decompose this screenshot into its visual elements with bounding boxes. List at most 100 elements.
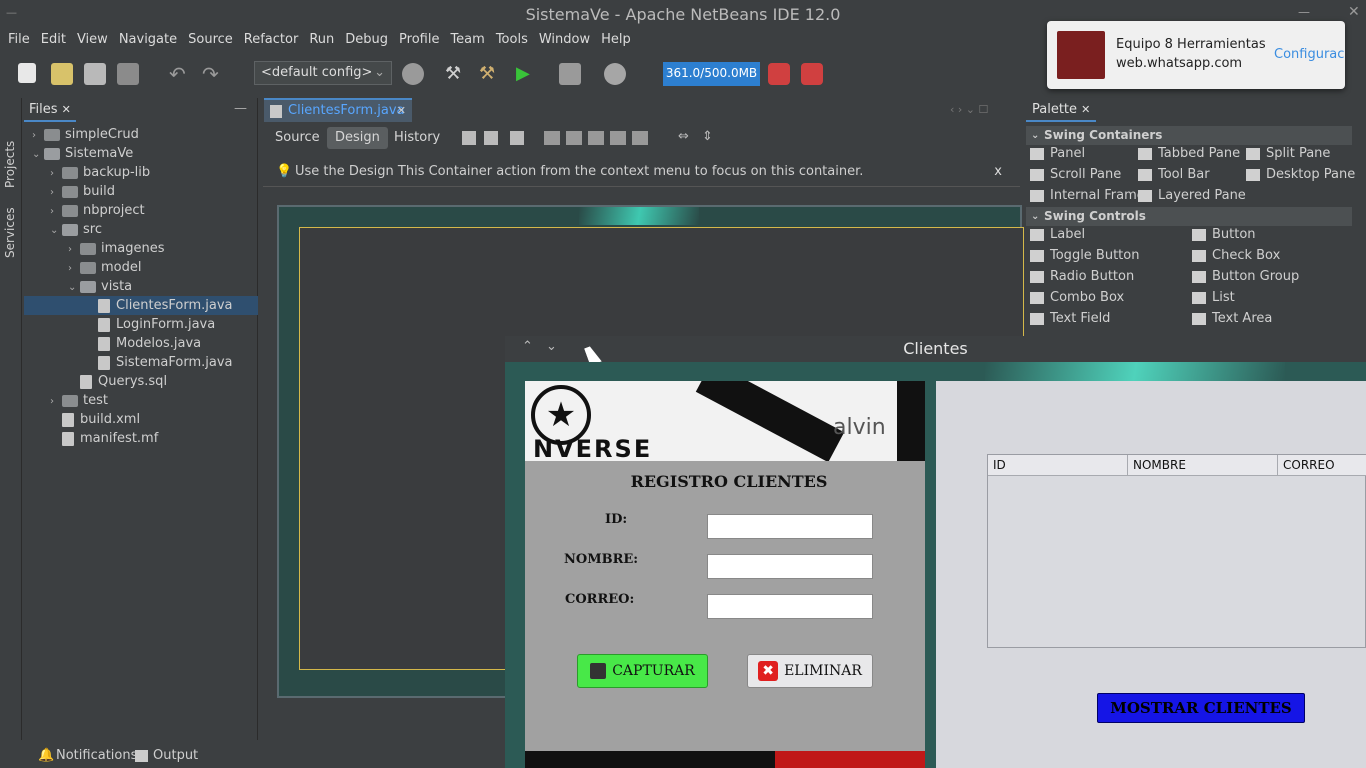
palette-item-tool-bar[interactable]: Tool Bar <box>1138 165 1210 185</box>
menu-item-view[interactable]: View <box>71 30 113 50</box>
minimize-panel-icon[interactable]: — <box>234 101 247 116</box>
table-header-id[interactable]: ID <box>988 455 1128 476</box>
save-all-icon[interactable] <box>117 63 139 85</box>
tree-item[interactable]: LoginForm.java <box>24 315 258 334</box>
services-rail-tab[interactable]: Services <box>3 198 19 258</box>
align-right-icon[interactable] <box>566 131 582 145</box>
swing-containers-header[interactable]: ⌄ Swing Containers <box>1026 126 1352 145</box>
memory-indicator[interactable]: 361.0/500.0MB <box>663 62 760 86</box>
profile-memory-icon[interactable] <box>801 63 823 85</box>
clientes-table[interactable]: ID NOMBRE CORREO <box>987 454 1366 648</box>
files-tab[interactable]: Files ✕ <box>24 98 76 122</box>
build-hammer-icon[interactable]: ⚒ <box>445 63 467 85</box>
menu-item-debug[interactable]: Debug <box>339 30 393 50</box>
capturar-button[interactable]: CAPTURAR <box>577 654 708 688</box>
close-icon[interactable]: ✕ <box>62 103 71 116</box>
chevron-down-icon[interactable]: ⌄ <box>32 145 44 164</box>
menu-item-run[interactable]: Run <box>303 30 339 50</box>
palette-item-check-box[interactable]: Check Box <box>1192 246 1280 266</box>
tree-item[interactable]: › nbproject <box>24 201 258 220</box>
tree-item[interactable]: › backup-lib <box>24 163 258 182</box>
tree-item[interactable]: › model <box>24 258 258 277</box>
preview-icon[interactable] <box>510 131 524 145</box>
tree-item[interactable]: › test <box>24 391 258 410</box>
table-header-correo[interactable]: CORREO <box>1278 455 1366 476</box>
tree-item[interactable]: › imagenes <box>24 239 258 258</box>
mostrar-clientes-button[interactable]: MOSTRAR CLIENTES <box>1097 693 1305 723</box>
tree-item[interactable]: build.xml <box>24 410 258 429</box>
chevron-right-icon[interactable]: › <box>50 183 62 202</box>
align-bottom-icon[interactable] <box>632 131 648 145</box>
tree-item[interactable]: ⌄ SistemaVe <box>24 144 258 163</box>
notification-popup[interactable]: Equipo 8 Herramientas web.whatsapp.com C… <box>1047 21 1345 89</box>
undo-icon[interactable]: ↶ <box>169 63 191 85</box>
close-tab-icon[interactable]: ✕ <box>397 100 406 122</box>
chevron-right-icon[interactable]: › <box>68 259 80 278</box>
chevron-right-icon[interactable]: › <box>68 240 80 259</box>
chevron-right-icon[interactable]: › <box>50 202 62 221</box>
run-icon[interactable]: ▶ <box>516 63 538 85</box>
tree-item[interactable]: ⌄ vista <box>24 277 258 296</box>
open-project-icon[interactable] <box>84 63 106 85</box>
menu-item-help[interactable]: Help <box>595 30 636 50</box>
palette-item-tabbed-pane[interactable]: Tabbed Pane <box>1138 144 1240 164</box>
palette-item-radio-button[interactable]: Radio Button <box>1030 267 1134 287</box>
tree-item[interactable]: › build <box>24 182 258 201</box>
subtab-design[interactable]: Design <box>327 127 388 149</box>
projects-rail-tab[interactable]: Projects <box>3 128 19 188</box>
align-top-icon[interactable] <box>610 131 626 145</box>
correo-field[interactable] <box>707 594 873 619</box>
palette-item-text-area[interactable]: Text Area <box>1192 309 1272 329</box>
palette-item-text-field[interactable]: Text Field <box>1030 309 1110 329</box>
window-collapse-icon[interactable]: ⌃ <box>522 339 533 354</box>
id-field[interactable] <box>707 514 873 539</box>
menu-item-source[interactable]: Source <box>182 30 238 50</box>
chevron-right-icon[interactable]: › <box>50 392 62 411</box>
editor-tab[interactable]: ClientesForm.java ✕ <box>264 98 412 122</box>
vertical-resize-icon[interactable]: ⇕ <box>702 129 713 144</box>
notifications-tab[interactable]: Notifications <box>56 744 137 768</box>
new-file-icon[interactable] <box>18 63 36 83</box>
redo-icon[interactable]: ↷ <box>202 63 224 85</box>
minimize-button[interactable]: — <box>1298 5 1312 19</box>
menu-item-edit[interactable]: Edit <box>35 30 71 50</box>
tree-item[interactable]: Modelos.java <box>24 334 258 353</box>
subtab-history[interactable]: History <box>386 127 448 149</box>
menu-item-profile[interactable]: Profile <box>393 30 444 50</box>
editor-nav-arrows[interactable]: ‹ › ⌄ ☐ <box>950 103 988 116</box>
chevron-right-icon[interactable]: › <box>50 164 62 183</box>
palette-tab[interactable]: Palette ✕ <box>1026 98 1096 122</box>
tree-item[interactable]: ⌄ src <box>24 220 258 239</box>
notification-settings-link[interactable]: Configuración <box>1274 47 1345 62</box>
close-icon[interactable]: ✕ <box>1081 103 1090 116</box>
menu-item-window[interactable]: Window <box>533 30 595 50</box>
chevron-down-icon[interactable]: ⌄ <box>68 278 80 297</box>
gc-icon[interactable] <box>768 63 790 85</box>
chevron-down-icon[interactable]: ⌄ <box>50 221 62 240</box>
chevron-right-icon[interactable]: › <box>32 126 44 145</box>
menu-item-file[interactable]: File <box>0 30 35 50</box>
horizontal-resize-icon[interactable]: ⇔ <box>678 129 689 144</box>
tree-item[interactable]: Querys.sql <box>24 372 258 391</box>
connection-mode-icon[interactable] <box>484 131 498 145</box>
palette-item-scroll-pane[interactable]: Scroll Pane <box>1030 165 1121 185</box>
config-select[interactable]: <default config> ⌄ <box>254 61 392 85</box>
debug-icon[interactable] <box>559 63 581 85</box>
output-tab[interactable]: Output <box>153 744 198 768</box>
clientes-window-titlebar[interactable]: Clientes <box>505 336 1366 362</box>
menu-item-refactor[interactable]: Refactor <box>238 30 304 50</box>
palette-item-desktop-pane[interactable]: Desktop Pane <box>1246 165 1355 185</box>
profile-icon[interactable] <box>604 63 626 85</box>
tree-item[interactable]: SistemaForm.java <box>24 353 258 372</box>
subtab-source[interactable]: Source <box>267 127 328 149</box>
eliminar-button[interactable]: ✖ ELIMINAR <box>747 654 873 688</box>
close-window-button[interactable]: ✕ <box>1348 4 1362 20</box>
palette-item-internal-frame[interactable]: Internal Frame <box>1030 186 1145 206</box>
menu-item-team[interactable]: Team <box>444 30 489 50</box>
app-menu-icon[interactable]: — <box>6 6 18 19</box>
align-left-icon[interactable] <box>544 131 560 145</box>
palette-item-panel[interactable]: Panel <box>1030 144 1085 164</box>
palette-item-layered-pane[interactable]: Layered Pane <box>1138 186 1246 206</box>
clean-build-icon[interactable]: ⚒ <box>479 63 501 85</box>
hint-close-button[interactable]: x <box>994 157 1002 187</box>
